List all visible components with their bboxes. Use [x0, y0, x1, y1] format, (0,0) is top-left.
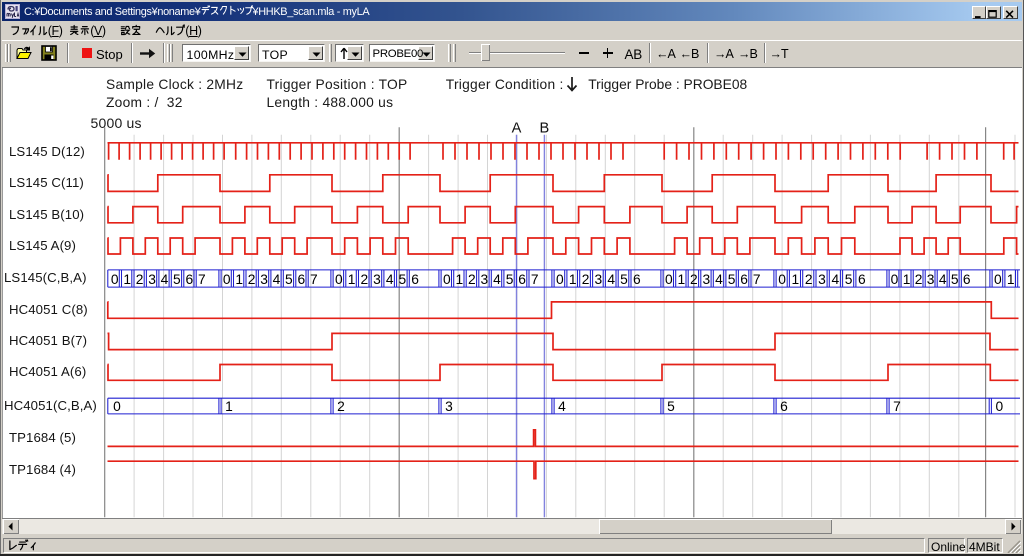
svg-text:2: 2	[582, 272, 590, 287]
svg-text:2: 2	[248, 272, 256, 287]
svg-text:6: 6	[633, 272, 641, 287]
svg-text:4: 4	[273, 272, 281, 287]
svg-text:3: 3	[481, 272, 489, 287]
svg-text:3: 3	[148, 272, 156, 287]
svg-text:6: 6	[186, 272, 194, 287]
svg-text:4: 4	[607, 272, 615, 287]
svg-text:1: 1	[1007, 272, 1015, 287]
svg-text:4: 4	[939, 272, 947, 287]
svg-text:7: 7	[198, 272, 206, 287]
svg-text:5: 5	[845, 272, 853, 287]
svg-text:2: 2	[915, 272, 923, 287]
svg-text:3: 3	[595, 272, 603, 287]
svg-text:2: 2	[136, 272, 144, 287]
svg-text:3: 3	[818, 272, 826, 287]
svg-text:0: 0	[556, 272, 564, 287]
svg-text:B: B	[540, 120, 550, 136]
svg-text:5: 5	[620, 272, 628, 287]
svg-text:2: 2	[805, 272, 813, 287]
svg-text:5: 5	[728, 272, 736, 287]
svg-text:7: 7	[531, 272, 539, 287]
svg-text:6: 6	[518, 272, 526, 287]
svg-text:0: 0	[111, 272, 119, 287]
svg-text:1: 1	[235, 272, 243, 287]
svg-text:6: 6	[740, 272, 748, 287]
svg-text:0: 0	[113, 399, 121, 414]
svg-text:2: 2	[337, 399, 345, 414]
svg-text:5: 5	[951, 272, 959, 287]
svg-text:4: 4	[715, 272, 723, 287]
svg-text:3: 3	[445, 399, 453, 414]
svg-text:2: 2	[360, 272, 368, 287]
svg-text:A: A	[512, 120, 522, 136]
svg-text:6: 6	[858, 272, 866, 287]
svg-text:2: 2	[468, 272, 476, 287]
svg-text:4: 4	[386, 272, 394, 287]
svg-text:7: 7	[753, 272, 761, 287]
svg-text:1: 1	[792, 272, 800, 287]
svg-text:1: 1	[569, 272, 577, 287]
svg-text:7: 7	[310, 272, 318, 287]
svg-text:1: 1	[225, 399, 233, 414]
svg-text:5: 5	[667, 399, 675, 414]
svg-text:3: 3	[260, 272, 268, 287]
svg-text:0: 0	[778, 272, 786, 287]
svg-text:3: 3	[927, 272, 935, 287]
svg-text:0: 0	[443, 272, 451, 287]
svg-text:4: 4	[161, 272, 169, 287]
svg-text:6: 6	[780, 399, 788, 414]
svg-text:0: 0	[994, 272, 1002, 287]
svg-text:6: 6	[298, 272, 306, 287]
svg-text:4: 4	[831, 272, 839, 287]
svg-text:3: 3	[703, 272, 711, 287]
svg-text:1: 1	[455, 272, 463, 287]
svg-text:1: 1	[123, 272, 131, 287]
svg-text:3: 3	[373, 272, 381, 287]
svg-text:7: 7	[893, 399, 901, 414]
svg-text:5: 5	[173, 272, 181, 287]
svg-text:0: 0	[665, 272, 673, 287]
svg-text:0: 0	[335, 272, 343, 287]
svg-text:0: 0	[891, 272, 899, 287]
svg-text:5: 5	[285, 272, 293, 287]
svg-text:0: 0	[223, 272, 231, 287]
svg-text:5: 5	[506, 272, 514, 287]
svg-text:6: 6	[963, 272, 971, 287]
svg-text:6: 6	[411, 272, 419, 287]
svg-text:2: 2	[690, 272, 698, 287]
svg-text:4: 4	[493, 272, 501, 287]
svg-text:1: 1	[903, 272, 911, 287]
svg-text:0: 0	[995, 399, 1003, 414]
svg-text:4: 4	[558, 399, 566, 414]
svg-text:1: 1	[348, 272, 356, 287]
svg-text:1: 1	[677, 272, 685, 287]
svg-text:5: 5	[399, 272, 407, 287]
